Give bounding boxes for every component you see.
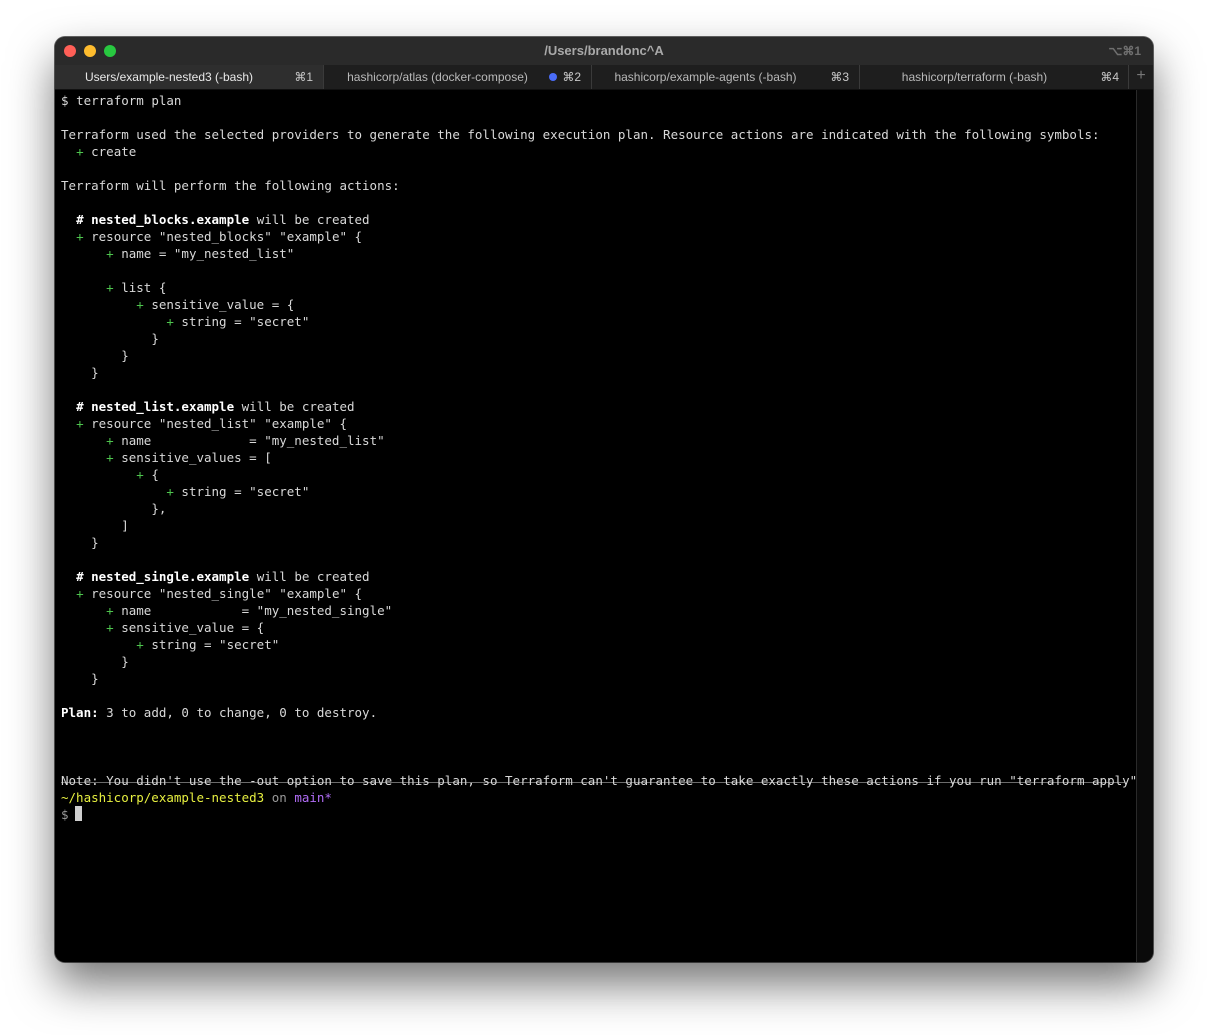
brace-text: { xyxy=(151,467,159,482)
tab-label: hashicorp/example-agents (-bash) xyxy=(614,70,797,84)
brace-line: } xyxy=(61,670,99,687)
brace-line: + { xyxy=(136,467,159,482)
attribute-text: string = "secret" xyxy=(181,314,310,329)
brace-line: } xyxy=(61,653,129,670)
perform-line: Terraform will perform the following act… xyxy=(61,178,400,193)
command-text: terraform plan xyxy=(76,93,182,108)
new-tab-button[interactable]: + xyxy=(1128,65,1153,89)
attribute-line: + string = "secret" xyxy=(166,484,310,499)
brace-text: } xyxy=(121,654,129,669)
resource-address: nested_list.example xyxy=(91,399,235,414)
hash-mark: # xyxy=(76,212,84,227)
prompt-symbol: $ xyxy=(61,93,69,108)
attribute-line: + sensitive_value = { xyxy=(136,297,295,312)
symbol-create-line: + create xyxy=(76,144,137,159)
brace-text: ] xyxy=(121,518,129,533)
tab-shortcut: ⌘3 xyxy=(830,70,849,84)
prompt-path: ~/hashicorp/example-nested3 xyxy=(61,790,265,805)
brace-text: } xyxy=(91,365,99,380)
brace-line: } xyxy=(61,534,99,551)
hash-mark: # xyxy=(76,399,84,414)
command-line: $ terraform plan xyxy=(61,92,181,109)
brace-text: } xyxy=(121,348,129,363)
resource-declaration: resource "nested_blocks" "example" { xyxy=(91,229,363,244)
terminal-output[interactable]: $ terraform plan Terraform used the sele… xyxy=(55,90,1153,962)
resource-declaration: resource "nested_single" "example" { xyxy=(91,586,363,601)
plan-label: Plan: xyxy=(61,705,99,720)
git-branch: main* xyxy=(294,790,332,805)
brace-line: } xyxy=(61,364,99,381)
resource-line: + resource "nested_single" "example" { xyxy=(76,586,363,601)
brace-line: }, xyxy=(61,500,166,517)
attribute-text: name = "my_nested_single" xyxy=(121,603,393,618)
hash-mark: # xyxy=(76,569,84,584)
activity-dot-icon xyxy=(549,73,557,81)
brace-text: } xyxy=(91,671,99,686)
resource-address: nested_single.example xyxy=(91,569,250,584)
prompt-symbol: $ xyxy=(61,807,69,822)
attribute-line: + name = "my_nested_list" xyxy=(106,246,295,261)
tab-label: hashicorp/atlas (docker-compose) xyxy=(347,70,528,84)
resource-header: # nested_blocks.example will be created xyxy=(61,211,370,228)
attribute-text: string = "secret" xyxy=(151,637,280,652)
attribute-text: sensitive_value = { xyxy=(121,620,265,635)
tab-label: Users/example-nested3 (-bash) xyxy=(84,70,254,84)
resource-line: + resource "nested_blocks" "example" { xyxy=(76,229,363,244)
tab-label: hashicorp/terraform (-bash) xyxy=(901,70,1048,84)
window-shortcut: ⌥⌘1 xyxy=(1108,44,1141,58)
block-line: + list { xyxy=(106,280,167,295)
tab-shortcut: ⌘1 xyxy=(294,70,313,84)
title-bar: /Users/brandonc^A ⌥⌘1 xyxy=(55,37,1153,65)
brace-line: } xyxy=(61,347,129,364)
attribute-line: + string = "secret" xyxy=(136,637,280,652)
attribute-line: + sensitive_values = [ xyxy=(106,450,272,465)
attribute-text: string = "secret" xyxy=(181,484,310,499)
tab-shortcut: ⌘2 xyxy=(562,70,581,84)
shell-prompt-line: ~/hashicorp/example-nested3 on main* xyxy=(61,789,332,806)
attribute-line: + string = "secret" xyxy=(166,314,310,329)
resource-line: + resource "nested_list" "example" { xyxy=(76,416,347,431)
brace-text: } xyxy=(151,331,159,346)
resource-status: will be created xyxy=(256,569,370,584)
brace-text: }, xyxy=(151,501,167,516)
block-text: list { xyxy=(121,280,167,295)
resource-declaration: resource "nested_list" "example" { xyxy=(91,416,347,431)
scrollbar[interactable] xyxy=(1136,90,1153,962)
attribute-line: + name = "my_nested_single" xyxy=(106,603,393,618)
attribute-text: sensitive_value = { xyxy=(151,297,295,312)
tab-bar: Users/example-nested3 (-bash) ⌘1 hashico… xyxy=(55,65,1153,90)
tab-example-agents[interactable]: hashicorp/example-agents (-bash) ⌘3 xyxy=(591,65,859,89)
plan-text: 3 to add, 0 to change, 0 to destroy. xyxy=(106,705,378,720)
text-cursor[interactable] xyxy=(75,806,82,821)
note-line: Note: You didn't use the -out option to … xyxy=(61,773,1153,788)
prompt-on: on xyxy=(271,790,287,805)
attribute-line: + name = "my_nested_list" xyxy=(106,433,385,448)
window-title: /Users/brandonc^A xyxy=(544,43,664,58)
attribute-line: + sensitive_value = { xyxy=(106,620,265,635)
brace-line: ] xyxy=(61,517,129,534)
tab-shortcut: ⌘4 xyxy=(1100,70,1119,84)
resource-status: will be created xyxy=(241,399,355,414)
terminal-window: /Users/brandonc^A ⌥⌘1 Users/example-nest… xyxy=(55,37,1153,962)
symbol-create-text: create xyxy=(91,144,137,159)
resource-header: # nested_single.example will be created xyxy=(61,568,370,585)
intro-line: Terraform used the selected providers to… xyxy=(61,127,1100,142)
tab-example-nested3[interactable]: Users/example-nested3 (-bash) ⌘1 xyxy=(55,65,323,89)
resource-status: will be created xyxy=(256,212,370,227)
attribute-text: name = "my_nested_list" xyxy=(121,246,295,261)
attribute-text: name = "my_nested_list" xyxy=(121,433,385,448)
tab-terraform[interactable]: hashicorp/terraform (-bash) ⌘4 xyxy=(859,65,1129,89)
brace-text: } xyxy=(91,535,99,550)
attribute-text: sensitive_values = [ xyxy=(121,450,272,465)
resource-header: # nested_list.example will be created xyxy=(61,398,355,415)
resource-address: nested_blocks.example xyxy=(91,212,250,227)
plan-summary: Plan: 3 to add, 0 to change, 0 to destro… xyxy=(61,704,377,721)
brace-line: } xyxy=(61,330,159,347)
tab-atlas[interactable]: hashicorp/atlas (docker-compose) ⌘2 xyxy=(323,65,591,89)
